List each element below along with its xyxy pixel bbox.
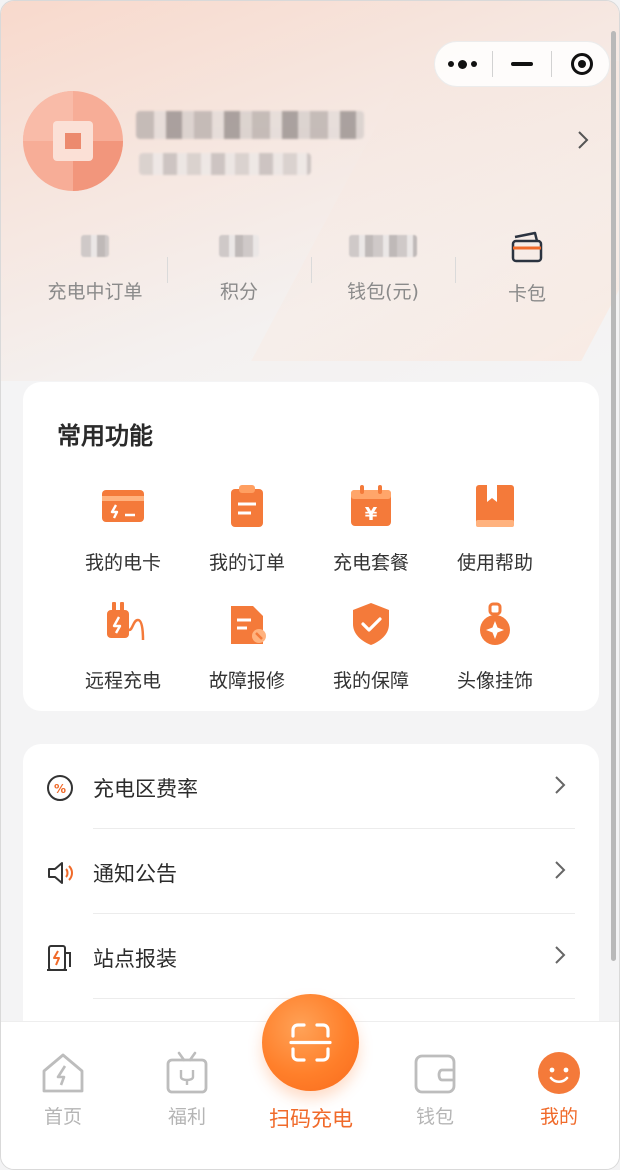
bookmark-book-icon [476,485,514,527]
clipboard-icon [231,485,263,527]
chevron-right-icon [555,946,566,964]
header-decoration [251,61,619,361]
tab-label: 钱包 [415,1106,454,1128]
minus-icon [510,62,533,66]
function-label: 头像挂饰 [456,670,533,692]
function-protection[interactable]: 我的保障 [309,600,433,693]
function-avatar-pendant[interactable]: 头像挂饰 [433,600,557,693]
tab-home[interactable]: 首页 [1,1050,125,1129]
scrollbar[interactable] [611,31,616,961]
smiley-face-icon [538,1052,580,1094]
chevron-right-icon[interactable] [575,129,591,151]
calendar-yuan-icon: ¥ [351,485,391,526]
tv-gift-icon [166,1051,208,1094]
stat-label: 卡包 [507,283,546,305]
stat-label: 充电中订单 [47,281,143,303]
stat-wallet[interactable]: 钱包(元) [311,231,455,304]
battery-card-icon [102,490,144,522]
stat-charging-orders[interactable]: 充电中订单 [23,231,167,304]
home-bolt-icon [42,1053,84,1093]
user-id-redacted [139,153,311,175]
stat-value-redacted [81,235,109,257]
avatar[interactable] [23,91,123,191]
menu-label: 站点报装 [93,947,177,971]
row-divider [93,998,575,999]
miniprogram-capsule [434,41,610,87]
function-label: 充电套餐 [332,552,409,574]
stat-value-redacted [219,235,259,257]
charging-station-icon [47,945,71,971]
speaker-icon [48,862,73,884]
chevron-right-icon [555,776,566,794]
wrench-document-icon [231,606,266,644]
stat-card-wallet[interactable]: 卡包 [455,231,599,306]
stat-points[interactable]: 积分 [167,231,311,304]
menu-item-notice[interactable]: 通知公告 [23,829,599,914]
scan-charge-label[interactable]: 扫码充电 [231,1103,391,1133]
scan-icon [289,1023,332,1062]
function-label: 我的电卡 [84,552,161,574]
svg-text:%: % [54,782,66,796]
target-icon [570,53,593,75]
wallet-icon [414,1054,456,1094]
menu-item-station-install[interactable]: 站点报装 [23,914,599,999]
function-label: 我的订单 [208,552,285,574]
function-my-card[interactable]: 我的电卡 [61,482,185,575]
function-help[interactable]: 使用帮助 [433,482,557,575]
tab-mine[interactable]: 我的 [497,1050,619,1129]
function-repair[interactable]: 故障报修 [185,600,309,693]
function-remote-charging[interactable]: 远程充电 [61,600,185,693]
account-stats: 充电中订单 积分 钱包(元) 卡包 [23,231,599,311]
stat-value-redacted [349,235,417,257]
menu-label: 通知公告 [93,862,177,886]
menu-label: 充电区费率 [93,777,198,801]
user-name-redacted [136,111,364,139]
more-button[interactable] [437,44,487,84]
function-label: 故障报修 [208,670,285,692]
percent-icon: % [47,775,73,801]
scan-charge-button[interactable] [262,994,359,1091]
stat-label: 钱包(元) [347,281,419,303]
shield-check-icon [353,603,389,645]
capsule-divider [551,51,553,77]
plug-icon [107,602,145,641]
stat-label: 积分 [219,281,258,303]
function-label: 使用帮助 [456,552,533,574]
function-my-orders[interactable]: 我的订单 [185,482,309,575]
menu-item-rate[interactable]: % 充电区费率 [23,744,599,829]
pendant-icon [480,602,510,645]
more-dots-icon [447,59,477,69]
close-miniprogram-button[interactable] [557,44,607,84]
function-label: 我的保障 [332,670,409,692]
card-wallet-icon [511,231,543,263]
minimize-button[interactable] [497,44,547,84]
function-charging-plan[interactable]: ¥ 充电套餐 [309,482,433,575]
tab-label: 我的 [539,1106,578,1128]
function-label: 远程充电 [84,670,161,692]
tab-wallet[interactable]: 钱包 [373,1050,497,1129]
capsule-divider [491,51,493,77]
app-screen: 充电中订单 积分 钱包(元) 卡包 常用功能 我的电卡 我的订单 ¥ 充电套餐 … [0,0,620,1170]
common-functions-card: 常用功能 我的电卡 我的订单 ¥ 充电套餐 使用帮助 远程充电 故障报修 我的保… [23,382,599,711]
chevron-right-icon [555,861,566,879]
tab-label: 首页 [43,1106,82,1128]
svg-text:¥: ¥ [365,504,378,525]
section-title: 常用功能 [57,422,153,450]
